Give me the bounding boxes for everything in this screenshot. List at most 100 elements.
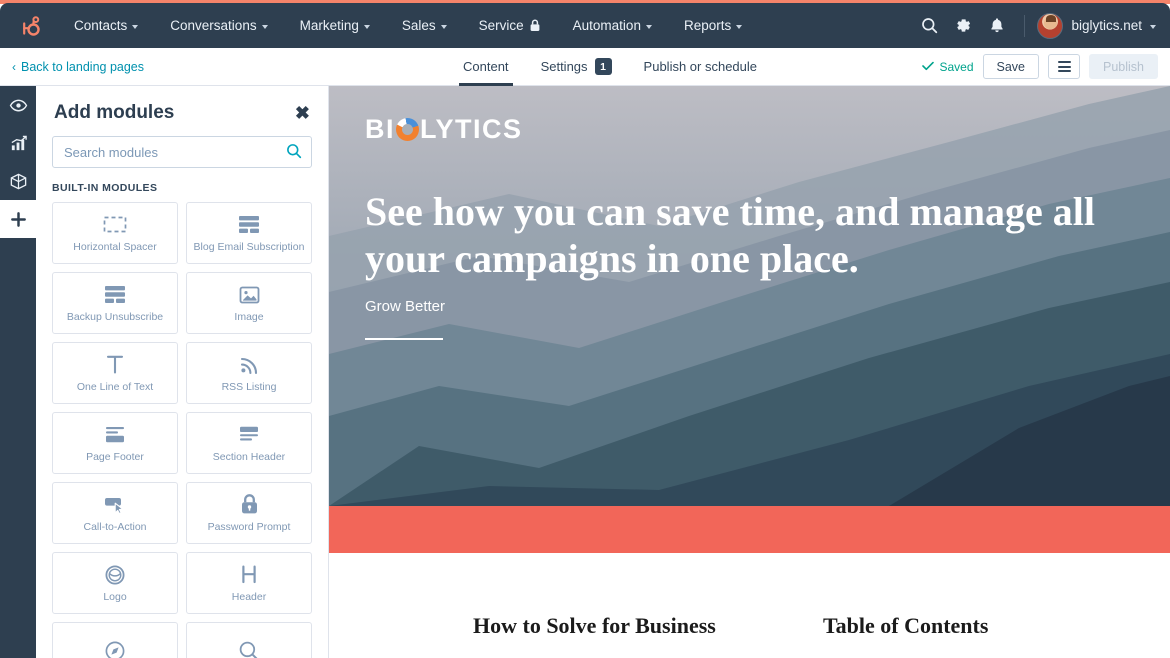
check-icon xyxy=(922,60,935,74)
tab-settings[interactable]: Settings 1 xyxy=(525,48,628,86)
module-card-compass[interactable] xyxy=(52,622,178,658)
module-card-one-line-of-text[interactable]: One Line of Text xyxy=(52,342,178,404)
tab-label: Publish or schedule xyxy=(643,59,758,74)
page-preview-canvas[interactable]: BI LYTICS See how you can save time, and… xyxy=(329,86,1170,658)
editor-toolbar-actions: Saved Save Publish xyxy=(922,54,1170,79)
lock-icon xyxy=(529,19,541,32)
save-button[interactable]: Save xyxy=(982,54,1039,79)
panel-header: Add modules ✖ xyxy=(36,86,328,124)
gear-icon[interactable] xyxy=(946,3,980,48)
site-logo[interactable]: BI LYTICS xyxy=(365,116,523,143)
publish-button[interactable]: Publish xyxy=(1089,54,1158,79)
module-card-page-footer[interactable]: Page Footer xyxy=(52,412,178,474)
chevron-down-icon xyxy=(1150,24,1156,29)
nav-item-marketing[interactable]: Marketing xyxy=(284,3,386,48)
analytics-icon[interactable] xyxy=(0,124,36,162)
body-heading-right[interactable]: Table of Contents xyxy=(823,613,1123,639)
dashed-rectangle-icon xyxy=(103,213,127,237)
close-icon[interactable]: ✖ xyxy=(295,104,310,122)
nav-item-label: Service xyxy=(478,18,524,33)
nav-item-service[interactable]: Service xyxy=(463,3,557,48)
search-icon[interactable] xyxy=(912,3,946,48)
chevron-down-icon xyxy=(363,24,370,29)
coral-divider-band[interactable] xyxy=(329,506,1170,553)
add-module-icon[interactable] xyxy=(0,200,36,238)
body-heading-left[interactable]: How to Solve for Business xyxy=(473,613,803,639)
chevron-down-icon xyxy=(736,24,743,29)
module-label: Horizontal Spacer xyxy=(73,240,157,253)
logo-text-after: LYTICS xyxy=(420,114,523,144)
more-options-button[interactable] xyxy=(1048,54,1080,79)
tab-publish-or-schedule[interactable]: Publish or schedule xyxy=(628,48,773,86)
module-label: Logo xyxy=(103,590,127,603)
chevron-down-icon xyxy=(645,24,652,29)
logo-badge-icon xyxy=(104,563,126,587)
module-card-call-to-action[interactable]: Call-to-Action xyxy=(52,482,178,544)
module-card-section-header[interactable]: Section Header xyxy=(186,412,312,474)
module-label: One Line of Text xyxy=(76,380,154,393)
logo-pie-mark-icon xyxy=(396,118,419,141)
modules-box-icon[interactable] xyxy=(0,162,36,200)
module-label: Image xyxy=(234,310,264,323)
back-to-landing-pages-link[interactable]: ‹ Back to landing pages xyxy=(12,60,144,74)
module-card-header[interactable]: Header xyxy=(186,552,312,614)
hero-section[interactable]: BI LYTICS See how you can save time, and… xyxy=(329,86,1170,506)
module-card-logo[interactable]: Logo xyxy=(52,552,178,614)
mountain-background-image xyxy=(329,86,1170,506)
hubspot-sprocket-icon[interactable] xyxy=(0,14,58,38)
chevron-down-icon xyxy=(261,24,268,29)
nav-item-sales[interactable]: Sales xyxy=(386,3,463,48)
module-card-password-prompt[interactable]: Password Prompt xyxy=(186,482,312,544)
nav-item-label: Sales xyxy=(401,18,436,33)
module-label: Section Header xyxy=(212,450,286,463)
account-menu[interactable]: biglytics.net xyxy=(1035,12,1156,39)
nav-item-label: Reports xyxy=(683,18,732,33)
saved-label: Saved xyxy=(939,59,974,74)
chevron-down-icon xyxy=(132,24,139,29)
module-card-horizontal-spacer[interactable]: Horizontal Spacer xyxy=(52,202,178,264)
back-link-label: Back to landing pages xyxy=(21,59,145,74)
bell-icon[interactable] xyxy=(980,3,1014,48)
search-icon xyxy=(238,639,260,658)
hero-headline[interactable]: See how you can save time, and manage al… xyxy=(365,188,1135,282)
module-grid: Horizontal Spacer Blog Email Subscriptio… xyxy=(36,202,328,658)
module-card-backup-unsubscribe[interactable]: Backup Unsubscribe xyxy=(52,272,178,334)
form-lines-icon xyxy=(237,213,261,237)
module-label: Header xyxy=(231,590,267,603)
preview-icon[interactable] xyxy=(0,86,36,124)
nav-divider xyxy=(1024,14,1026,37)
body-column-left: How to Solve for Business xyxy=(473,613,803,639)
module-card-blog-email-subscription[interactable]: Blog Email Subscription xyxy=(186,202,312,264)
status-badge: 1 xyxy=(594,58,612,75)
rss-icon xyxy=(239,353,260,377)
module-card-image[interactable]: Image xyxy=(186,272,312,334)
search-icon[interactable] xyxy=(286,143,302,164)
nav-item-automation[interactable]: Automation xyxy=(557,3,668,48)
search-input[interactable] xyxy=(52,136,312,168)
hero-divider-rule xyxy=(365,338,443,340)
module-label: Backup Unsubscribe xyxy=(66,310,164,323)
footer-lines-icon xyxy=(103,423,127,447)
module-card-rss-listing[interactable]: RSS Listing xyxy=(186,342,312,404)
cursor-button-icon xyxy=(103,493,127,517)
search-modules-wrap xyxy=(36,124,328,168)
editor-sidebar-rail xyxy=(0,86,36,658)
section-header-icon xyxy=(237,423,261,447)
nav-item-conversations[interactable]: Conversations xyxy=(154,3,283,48)
nav-item-label: Conversations xyxy=(170,18,257,33)
module-card-search[interactable] xyxy=(186,622,312,658)
nav-item-contacts[interactable]: Contacts xyxy=(58,3,154,48)
module-label: RSS Listing xyxy=(221,380,277,393)
module-label: Blog Email Subscription xyxy=(193,240,305,253)
global-nav-items: Contacts Conversations Marketing Sales S… xyxy=(58,3,758,48)
tab-content[interactable]: Content xyxy=(447,48,525,86)
nav-item-reports[interactable]: Reports xyxy=(668,3,758,48)
hero-subheadline[interactable]: Grow Better xyxy=(365,298,445,315)
body-column-right: Table of Contents xyxy=(823,613,1123,639)
nav-item-label: Marketing xyxy=(299,18,359,33)
global-nav-right-actions: biglytics.net xyxy=(912,3,1170,48)
tab-label: Settings xyxy=(540,59,588,74)
avatar xyxy=(1037,12,1064,39)
saved-status: Saved xyxy=(922,59,974,74)
heading-h-icon xyxy=(240,563,258,587)
